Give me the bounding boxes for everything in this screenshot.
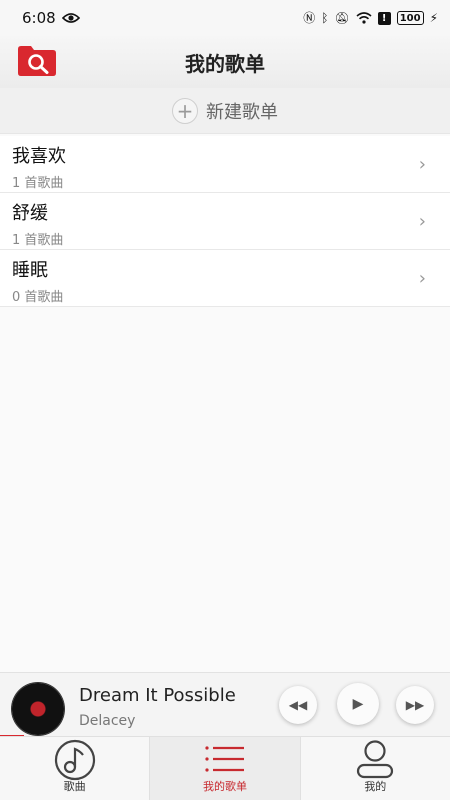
music-note-icon	[54, 739, 95, 781]
play-icon: ▶	[352, 696, 364, 712]
play-button[interactable]: ▶	[337, 683, 379, 725]
app-header: 我的歌单	[0, 36, 450, 88]
nfc-icon: Ⓝ	[303, 11, 316, 25]
nav-item-songs[interactable]: 歌曲	[0, 737, 149, 800]
album-disc-icon[interactable]	[12, 683, 64, 735]
battery-level: 100	[399, 12, 421, 24]
mute-icon: 🔕︎	[334, 11, 350, 25]
status-time: 6:08	[22, 9, 56, 27]
battery-icon: 100	[396, 11, 424, 25]
nav-item-me[interactable]: 我的	[301, 737, 450, 800]
mini-player[interactable]: Dream It Possible Delacey ◀◀ ▶ ▶▶	[0, 672, 450, 738]
chevron-right-icon: ›	[418, 268, 426, 289]
playlist-item[interactable]: 睡眠 0 首歌曲 ›	[0, 250, 450, 307]
status-left: 6:08	[22, 9, 80, 27]
wifi-icon	[356, 12, 372, 24]
person-icon	[357, 740, 394, 779]
playlist-list: 我喜欢 1 首歌曲 › 舒缓 1 首歌曲 › 睡眠 0 首歌曲 ›	[0, 136, 450, 307]
playlist-count: 0 首歌曲	[12, 290, 64, 305]
status-bar: 6:08 Ⓝ ᛒ 🔕︎ ! 100 ⚡︎	[0, 0, 450, 36]
playlist-name: 睡眠	[12, 260, 48, 281]
nav-item-my-playlists[interactable]: 我的歌单	[149, 737, 301, 800]
new-playlist-label: 新建歌单	[206, 101, 278, 123]
status-right: Ⓝ ᛒ 🔕︎ ! 100 ⚡︎	[303, 11, 438, 25]
plus-icon: +	[172, 97, 198, 124]
playlist-item[interactable]: 舒缓 1 首歌曲 ›	[0, 193, 450, 250]
new-playlist-button[interactable]: + 新建歌单	[0, 88, 450, 134]
playlist-item[interactable]: 我喜欢 1 首歌曲 ›	[0, 136, 450, 193]
song-artist: Delacey	[79, 713, 136, 729]
chevron-right-icon: ›	[418, 211, 426, 232]
playlist-name: 我喜欢	[12, 146, 66, 167]
nav-label: 我的歌单	[202, 780, 247, 793]
eye-icon	[61, 13, 80, 23]
bluetooth-icon: ᛒ	[321, 11, 329, 25]
fast-forward-button[interactable]: ▶▶	[396, 686, 434, 724]
chevron-right-icon: ›	[418, 154, 426, 175]
bottom-nav: 歌曲 我的歌单 我的	[0, 736, 450, 800]
alert-icon: !	[377, 11, 391, 25]
song-title: Dream It Possible	[79, 685, 236, 706]
charging-icon: ⚡︎	[429, 11, 438, 25]
page-title: 我的歌单	[185, 51, 265, 76]
list-icon	[205, 746, 244, 772]
fast-forward-icon: ▶▶	[405, 698, 425, 712]
rewind-icon: ◀◀	[288, 698, 308, 712]
rewind-button[interactable]: ◀◀	[279, 686, 317, 724]
playlist-count: 1 首歌曲	[12, 176, 64, 191]
folder-search-icon[interactable]	[18, 46, 56, 76]
playlist-count: 1 首歌曲	[12, 233, 64, 248]
playlist-name: 舒缓	[12, 203, 48, 224]
